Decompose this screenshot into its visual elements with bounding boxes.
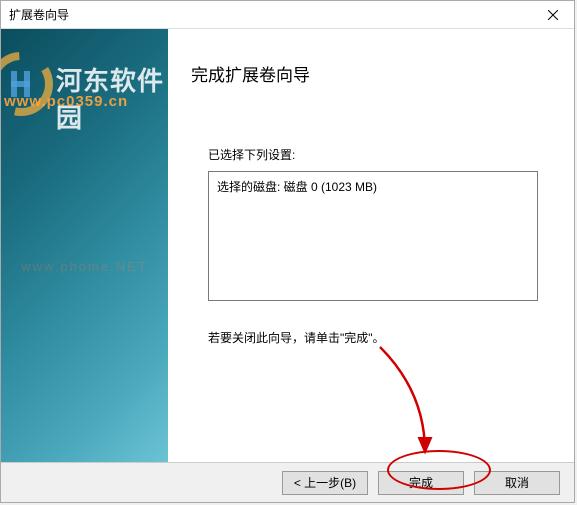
close-icon	[548, 10, 558, 20]
cancel-button[interactable]: 取消	[474, 471, 560, 495]
finish-button[interactable]: 完成	[378, 471, 464, 495]
wizard-heading: 完成扩展卷向导	[191, 61, 538, 86]
wizard-content: 完成扩展卷向导 已选择下列设置: 选择的磁盘: 磁盘 0 (1023 MB) 若…	[168, 29, 574, 462]
watermark-url: www.pc0359.cn	[4, 93, 128, 110]
window-title: 扩展卷向导	[9, 6, 69, 23]
close-button[interactable]	[532, 1, 574, 29]
settings-summary-box: 选择的磁盘: 磁盘 0 (1023 MB)	[208, 171, 538, 301]
watermark-center: www.phome.NET	[1, 259, 168, 274]
wizard-hint: 若要关闭此向导，请单击"完成"。	[208, 329, 538, 346]
settings-line: 选择的磁盘: 磁盘 0 (1023 MB)	[217, 178, 529, 195]
back-button[interactable]: < 上一步(B)	[282, 471, 368, 495]
wizard-window: 扩展卷向导 河东软件园 www.pc0359.cn www.phome.NET …	[0, 0, 575, 503]
titlebar: 扩展卷向导	[1, 1, 574, 29]
wizard-footer: < 上一步(B) 完成 取消	[1, 462, 574, 502]
wizard-side-graphic: 河东软件园 www.pc0359.cn www.phome.NET	[1, 29, 168, 462]
wizard-body: 河东软件园 www.pc0359.cn www.phome.NET 完成扩展卷向…	[1, 29, 574, 462]
settings-label: 已选择下列设置:	[208, 146, 538, 163]
